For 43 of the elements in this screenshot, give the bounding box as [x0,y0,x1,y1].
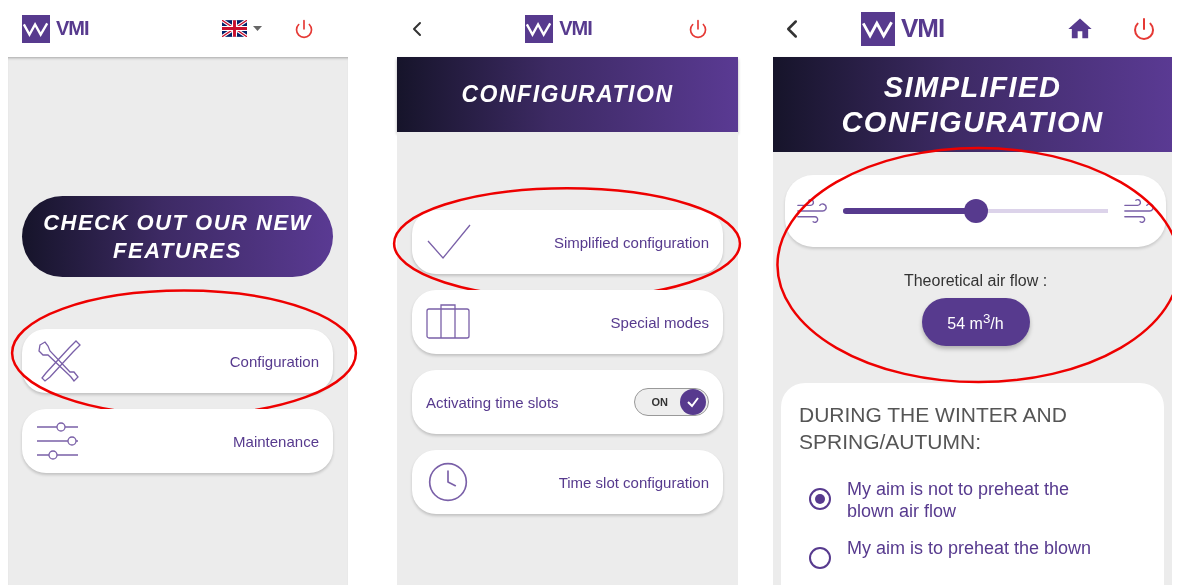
menu-card[interactable]: Maintenance [22,409,333,473]
check-icon [686,395,700,409]
wrench-screwdriver-icon [36,339,82,383]
menu-label: Simplified configuration [553,233,709,251]
power-icon [294,18,314,39]
section-heading: DURING THE WINTER AND SPRING/AUTUMN: [799,402,1068,456]
toggle-text: ON [651,396,668,408]
logo-icon [525,14,554,43]
caret-icon [253,26,262,31]
language-selector[interactable] [222,20,262,37]
menu-label: Time slot configuration [558,473,709,491]
toggle-label: Activating time slots [426,393,559,411]
checkmark-icon [426,223,472,261]
power-button[interactable] [688,18,708,39]
airflow-label: Theoretical air flow : [902,272,1049,290]
power-icon [688,18,708,39]
flag-icon [222,20,247,37]
sliders-icon [36,421,80,461]
radio-option[interactable]: My aim is to preheat the blown [809,536,1146,569]
news-banner-button[interactable]: CHECK OUT OUR NEW FEATURES [22,196,333,277]
menu-card[interactable]: Configuration [22,329,333,393]
power-icon [1132,16,1156,41]
logo-text: VMI [559,17,592,40]
radio-option[interactable]: My aim is not to preheat the blown air flow [809,477,1146,523]
airflow-value: 54 m$^{3}$/h [921,298,1030,346]
logo-icon [22,14,50,43]
menu-label: Special modes [610,313,709,331]
menu-card[interactable]: Time slot configuration [412,450,723,514]
slider-thumb[interactable] [963,199,988,223]
menu-label: Maintenance [233,432,319,450]
menu-card[interactable]: Special modes [412,290,723,354]
power-button[interactable] [1132,16,1156,41]
page-title: SIMPLIFIED CONFIGURATION [840,69,1105,140]
logo-icon [861,11,895,46]
page-title: CONFIGURATION [461,80,674,109]
menu-label: Configuration [229,352,319,370]
logo-text: VMI [901,13,945,44]
logo-text: VMI [56,17,89,40]
menu-card[interactable]: Simplified configuration [412,210,723,274]
clock-icon [426,460,470,504]
suitcase-icon [426,304,472,340]
power-button[interactable] [294,18,314,39]
toggle-switch[interactable]: ON [634,388,709,416]
